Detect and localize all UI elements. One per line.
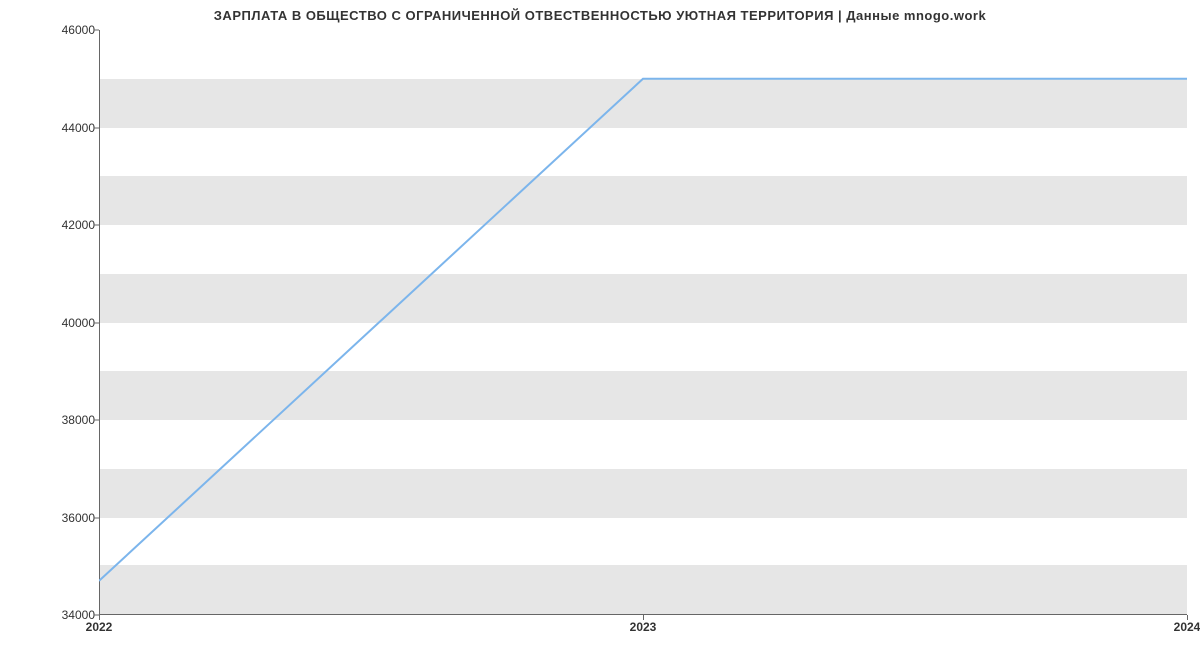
chart-container: ЗАРПЛАТА В ОБЩЕСТВО С ОГРАНИЧЕННОЙ ОТВЕС… xyxy=(0,0,1200,650)
x-tick-mark xyxy=(643,615,644,620)
y-tick-label: 40000 xyxy=(55,316,95,330)
x-tick-mark xyxy=(1187,615,1188,620)
line-chart-svg xyxy=(99,30,1187,615)
y-tick-label: 42000 xyxy=(55,218,95,232)
x-tick-label: 2023 xyxy=(630,620,657,634)
y-tick-label: 44000 xyxy=(55,121,95,135)
y-tick-label: 38000 xyxy=(55,413,95,427)
x-tick-label: 2024 xyxy=(1174,620,1200,634)
x-tick-label: 2022 xyxy=(86,620,113,634)
x-tick-mark xyxy=(99,615,100,620)
y-tick-label: 46000 xyxy=(55,23,95,37)
chart-title: ЗАРПЛАТА В ОБЩЕСТВО С ОГРАНИЧЕННОЙ ОТВЕС… xyxy=(0,8,1200,23)
data-line xyxy=(99,79,1187,581)
y-tick-label: 36000 xyxy=(55,511,95,525)
